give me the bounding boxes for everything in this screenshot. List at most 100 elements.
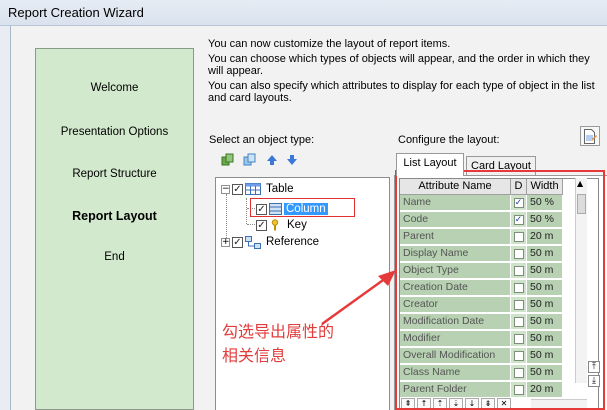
display-checkbox-cell[interactable] <box>511 348 527 364</box>
delete-row-icon[interactable]: ✕ <box>497 398 511 410</box>
move-down-icon[interactable] <box>284 152 300 168</box>
header-attribute-name[interactable]: Attribute Name <box>400 179 511 195</box>
nav-item-report-layout[interactable]: Report Layout <box>36 209 193 223</box>
display-checkbox-cell[interactable] <box>511 331 527 347</box>
display-checkbox[interactable] <box>513 367 524 378</box>
tree-checkbox-table[interactable]: ✓ <box>232 183 243 195</box>
attribute-name-cell[interactable]: Creator <box>400 297 511 313</box>
attribute-name-cell[interactable]: Creation Date <box>400 280 511 296</box>
move-bottom-icon[interactable]: ⤓ <box>588 375 600 387</box>
attribute-name-cell[interactable]: Parent Folder <box>400 382 511 398</box>
collapse-icon[interactable]: − <box>221 184 230 194</box>
move-up-step-icon[interactable]: ⇡ <box>433 398 447 410</box>
table-row[interactable]: Overall Modification 50 m <box>400 348 563 364</box>
move-up-icon[interactable] <box>264 152 280 168</box>
width-cell[interactable]: 50 % <box>527 212 563 228</box>
table-row[interactable]: Parent 20 m <box>400 229 563 245</box>
display-checkbox-cell[interactable] <box>511 297 527 313</box>
table-row[interactable]: Parent Folder 20 m <box>400 382 563 398</box>
width-cell[interactable]: 20 m <box>527 229 563 245</box>
width-cell[interactable]: 50 % <box>527 195 563 211</box>
table-row[interactable]: Creation Date 50 m <box>400 280 563 296</box>
table-row[interactable]: Modifier 50 m <box>400 331 563 347</box>
tree-item-reference[interactable]: + ✓ Reference <box>221 234 321 250</box>
attribute-name-cell[interactable]: Class Name <box>400 365 511 381</box>
move-first-icon[interactable]: ⇞ <box>401 398 415 410</box>
display-checkbox-cell[interactable] <box>511 365 527 381</box>
width-cell[interactable]: 50 m <box>527 331 563 347</box>
attribute-name-cell[interactable]: Overall Modification <box>400 348 511 364</box>
display-checkbox-cell[interactable]: ✓ <box>511 195 527 211</box>
display-checkbox-cell[interactable] <box>511 246 527 262</box>
tab-card-layout[interactable]: Card Layout <box>466 156 536 176</box>
nav-item-presentation-options[interactable]: Presentation Options <box>36 126 193 138</box>
tree-item-table[interactable]: − ✓ Table <box>221 181 296 197</box>
move-up-row-icon[interactable]: ↑ <box>417 398 431 410</box>
table-row[interactable]: Code ✓ 50 % <box>400 212 563 228</box>
attribute-name-cell[interactable]: Modification Date <box>400 314 511 330</box>
display-checkbox[interactable] <box>513 316 524 327</box>
width-cell[interactable]: 50 m <box>527 348 563 364</box>
table-row[interactable]: Name ✓ 50 % <box>400 195 563 211</box>
table-row[interactable]: Class Name 50 m <box>400 365 563 381</box>
display-checkbox[interactable] <box>513 333 524 344</box>
expand-icon[interactable]: + <box>221 237 230 247</box>
display-checkbox-cell[interactable]: ✓ <box>511 212 527 228</box>
display-checkbox[interactable] <box>513 299 524 310</box>
tree-item-column[interactable]: ✓ Column <box>256 201 328 217</box>
duplicate-objects-icon[interactable] <box>242 152 258 168</box>
width-cell[interactable]: 50 m <box>527 246 563 262</box>
move-down-row-icon[interactable]: ↓ <box>465 398 479 410</box>
table-row[interactable]: Modification Date 50 m <box>400 314 563 330</box>
attribute-name-cell[interactable]: Code <box>400 212 511 228</box>
width-cell[interactable]: 50 m <box>527 263 563 279</box>
width-cell[interactable]: 50 m <box>527 297 563 313</box>
width-cell[interactable]: 50 m <box>527 365 563 381</box>
configure-layout-button[interactable] <box>580 126 600 146</box>
tree-checkbox-reference[interactable]: ✓ <box>232 236 243 248</box>
display-checkbox[interactable] <box>513 350 524 361</box>
intro-line-3: You can also specify which attributes to… <box>208 80 595 104</box>
nav-item-report-structure[interactable]: Report Structure <box>36 168 193 180</box>
display-checkbox[interactable]: ✓ <box>513 214 524 225</box>
display-checkbox[interactable] <box>513 231 524 242</box>
attribute-name-cell[interactable]: Parent <box>400 229 511 245</box>
display-checkbox[interactable] <box>513 248 524 259</box>
tab-list-layout[interactable]: List Layout <box>396 153 464 176</box>
tree-checkbox-key[interactable]: ✓ <box>256 219 267 231</box>
width-cell[interactable]: 50 m <box>527 280 563 296</box>
display-checkbox-cell[interactable] <box>511 382 527 398</box>
display-checkbox[interactable]: ✓ <box>513 197 524 208</box>
display-checkbox-cell[interactable] <box>511 229 527 245</box>
display-checkbox[interactable] <box>513 265 524 276</box>
add-objects-icon[interactable] <box>220 152 236 168</box>
display-checkbox-cell[interactable] <box>511 263 527 279</box>
grid-horizontal-scrollbar[interactable] <box>531 399 587 410</box>
attribute-name-cell[interactable]: Object Type <box>400 263 511 279</box>
attribute-grid[interactable]: Attribute Name D Width Name ✓ 50 % Code ✓ 50 … <box>399 178 599 410</box>
table-row[interactable]: Creator 50 m <box>400 297 563 313</box>
tree-item-key[interactable]: ✓ Key <box>256 217 309 233</box>
display-checkbox-cell[interactable] <box>511 280 527 296</box>
width-cell[interactable]: 20 m <box>527 382 563 398</box>
header-width[interactable]: Width <box>527 179 563 195</box>
table-row[interactable]: Display Name 50 m <box>400 246 563 262</box>
scroll-thumb[interactable] <box>577 194 586 214</box>
table-row[interactable]: Object Type 50 m <box>400 263 563 279</box>
move-down-step-icon[interactable]: ⇣ <box>449 398 463 410</box>
attribute-name-cell[interactable]: Name <box>400 195 511 211</box>
nav-item-welcome[interactable]: Welcome <box>36 82 193 94</box>
nav-item-end[interactable]: End <box>36 251 193 263</box>
header-d[interactable]: D <box>511 179 527 195</box>
grid-vertical-scrollbar[interactable]: ▲ <box>575 178 587 383</box>
attribute-name-cell[interactable]: Modifier <box>400 331 511 347</box>
display-checkbox[interactable] <box>513 384 524 395</box>
width-cell[interactable]: 50 m <box>527 314 563 330</box>
move-last-icon[interactable]: ⇟ <box>481 398 495 410</box>
display-checkbox[interactable] <box>513 282 524 293</box>
tree-checkbox-column[interactable]: ✓ <box>256 203 267 215</box>
display-checkbox-cell[interactable] <box>511 314 527 330</box>
attribute-name-cell[interactable]: Display Name <box>400 246 511 262</box>
move-top-icon[interactable]: ⤒ <box>588 361 600 373</box>
scroll-up-icon[interactable]: ▲ <box>577 179 583 188</box>
